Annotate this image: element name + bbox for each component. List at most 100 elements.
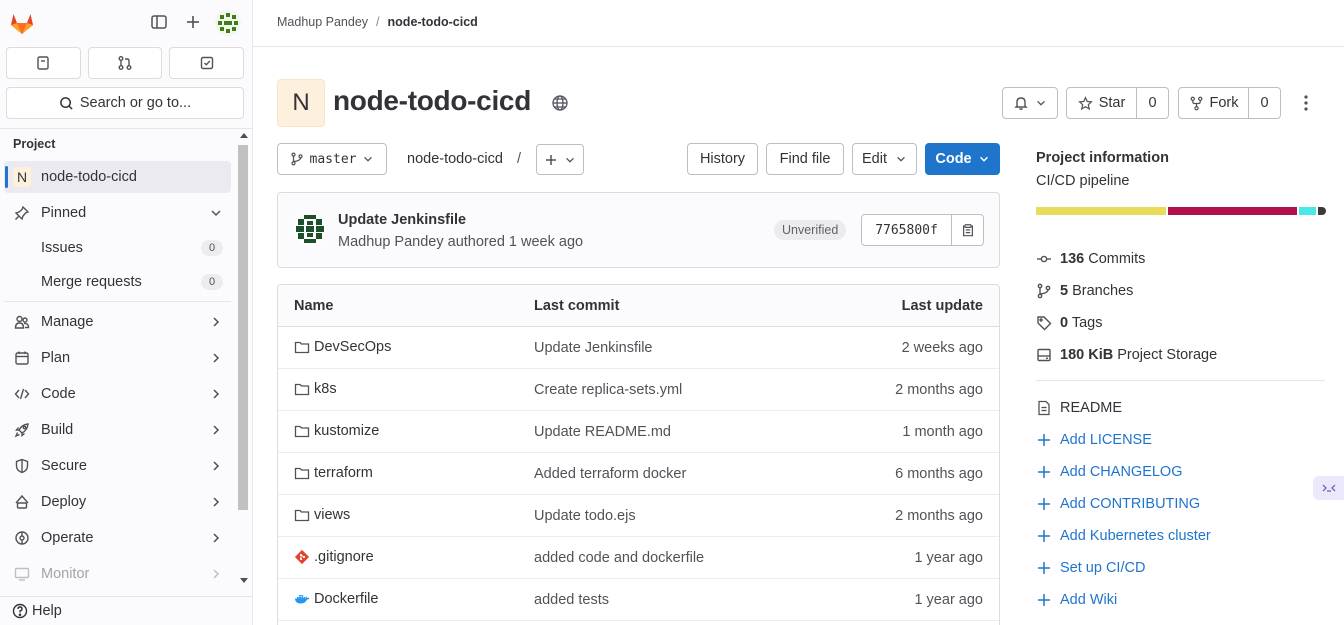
- sidebar-item-label: Operate: [41, 530, 94, 546]
- signature-badge[interactable]: Unverified: [774, 220, 847, 240]
- sidebar-item-manage[interactable]: Manage: [4, 304, 231, 340]
- sidebar-item-deploy[interactable]: Deploy: [4, 484, 231, 520]
- table-row[interactable]: .gitignore added code and dockerfile 1 y…: [278, 537, 999, 579]
- table-row[interactable]: kustomize Update README.md 1 month ago: [278, 411, 999, 453]
- sidebar-item-code[interactable]: Code: [4, 376, 231, 412]
- readme-link[interactable]: README: [1036, 400, 1122, 416]
- commit-author-avatar[interactable]: [294, 213, 326, 245]
- table-row[interactable]: views Update todo.ejs 2 months ago: [278, 495, 999, 537]
- sidebar-item-operate[interactable]: Operate: [4, 520, 231, 556]
- find-file-button[interactable]: Find file: [766, 143, 844, 175]
- sidebar-item-secure[interactable]: Secure: [4, 448, 231, 484]
- branches-stat-link[interactable]: 5 Branches: [1036, 283, 1133, 299]
- table-row[interactable]: terraform Added terraform docker 6 month…: [278, 453, 999, 495]
- user-avatar[interactable]: [215, 10, 241, 36]
- fork-count[interactable]: 0: [1249, 87, 1281, 119]
- duo-chat-button[interactable]: [1313, 476, 1344, 500]
- table-row[interactable]: k8s Create replica-sets.yml 2 months ago: [278, 369, 999, 411]
- branch-selector[interactable]: master: [277, 143, 387, 175]
- last-update-time: 2 months ago: [895, 382, 983, 398]
- breadcrumb-project[interactable]: node-todo-cicd: [388, 15, 478, 29]
- sidebar-item-label: Manage: [41, 314, 94, 330]
- add-to-tree-dropdown[interactable]: [536, 144, 584, 175]
- gitlab-logo-icon[interactable]: [9, 10, 35, 36]
- todo-list-button[interactable]: [169, 47, 245, 79]
- last-commit-card: Update Jenkinsfile Madhup Pandey authore…: [277, 192, 1000, 268]
- scroll-down-arrow-icon[interactable]: [240, 578, 248, 583]
- branch-name: master: [309, 151, 357, 167]
- file-name-link[interactable]: kustomize: [294, 423, 379, 439]
- chevron-right-icon: [209, 567, 223, 581]
- file-name-link[interactable]: views: [294, 507, 350, 523]
- commit-message-link[interactable]: Added terraform docker: [534, 466, 686, 482]
- project-description: CI/CD pipeline: [1036, 173, 1130, 189]
- add-changelog-link[interactable]: Add CHANGELOG: [1036, 464, 1183, 480]
- sidebar-item-merge-requests[interactable]: Merge requests 0: [4, 265, 231, 299]
- table-row[interactable]: DevSecOps Update Jenkinsfile 2 weeks ago: [278, 327, 999, 369]
- star-button[interactable]: Star: [1066, 87, 1137, 119]
- language-bar[interactable]: [1036, 207, 1326, 215]
- todo-icon: [200, 56, 213, 70]
- commit-message-link[interactable]: added code and dockerfile: [534, 550, 704, 566]
- add-kubernetes-cluster-link[interactable]: Add Kubernetes cluster: [1036, 528, 1211, 544]
- edit-dropdown[interactable]: Edit: [852, 143, 917, 175]
- file-tree-table: Name Last commit Last update DevSecOps U…: [277, 284, 1000, 625]
- commit-message-link[interactable]: Update README.md: [534, 424, 671, 440]
- help-button[interactable]: Help: [12, 603, 62, 619]
- plus-icon: [1038, 466, 1050, 478]
- commit-message-link[interactable]: Create replica-sets.yml: [534, 382, 682, 398]
- chevron-down-icon: [979, 156, 988, 162]
- tags-stat-link[interactable]: 0 Tags: [1036, 315, 1103, 331]
- sidebar-scrollbar[interactable]: [236, 129, 250, 589]
- file-name-link[interactable]: .gitignore: [294, 549, 374, 565]
- sidebar-item-build[interactable]: Build: [4, 412, 231, 448]
- fork-button[interactable]: Fork: [1178, 87, 1249, 119]
- code-icon: [13, 385, 31, 403]
- file-name-link[interactable]: terraform: [294, 465, 373, 481]
- language-segment[interactable]: [1036, 207, 1166, 215]
- repo-path-link[interactable]: node-todo-cicd: [407, 151, 503, 167]
- file-name-link[interactable]: k8s: [294, 381, 337, 397]
- add-license-link[interactable]: Add LICENSE: [1036, 432, 1152, 448]
- table-row[interactable]: Dockerfile added tests 1 year ago: [278, 579, 999, 621]
- link-label: Add CHANGELOG: [1060, 464, 1183, 480]
- storage-stat-link[interactable]: 180 KiB Project Storage: [1036, 347, 1217, 363]
- project-avatar: N: [277, 79, 325, 127]
- commit-message-link[interactable]: Update todo.ejs: [534, 508, 636, 524]
- breadcrumb-owner[interactable]: Madhup Pandey: [277, 15, 368, 29]
- commit-message-link[interactable]: Update Jenkinsfile: [534, 340, 653, 356]
- history-button[interactable]: History: [687, 143, 758, 175]
- setup-ci-cd-link[interactable]: Set up CI/CD: [1036, 560, 1145, 576]
- sidebar-item-monitor[interactable]: Monitor: [4, 556, 231, 592]
- sidebar-item-pinned[interactable]: Pinned: [4, 195, 231, 231]
- copy-sha-button[interactable]: [952, 214, 984, 246]
- language-segment[interactable]: [1318, 207, 1326, 215]
- commits-stat-link[interactable]: 136 Commits: [1036, 251, 1145, 267]
- file-name-link[interactable]: DevSecOps: [294, 339, 391, 355]
- more-actions-kebab-icon[interactable]: [1298, 94, 1314, 112]
- add-wiki-link[interactable]: Add Wiki: [1036, 592, 1117, 608]
- merge-requests-button[interactable]: [87, 47, 163, 79]
- notifications-button[interactable]: [1002, 87, 1058, 119]
- language-segment[interactable]: [1168, 207, 1297, 215]
- sidebar-item-plan[interactable]: Plan: [4, 340, 231, 376]
- assigned-issues-button[interactable]: [6, 47, 81, 79]
- search-button[interactable]: Search or go to...: [6, 87, 244, 119]
- bell-icon: [1014, 97, 1028, 110]
- readme-label: README: [1060, 400, 1123, 416]
- code-dropdown-button[interactable]: Code: [925, 143, 1000, 175]
- sidebar-toggle-icon[interactable]: [150, 13, 170, 33]
- scrollbar-thumb[interactable]: [238, 145, 248, 510]
- star-count[interactable]: 0: [1137, 87, 1169, 119]
- commit-title-link[interactable]: Update Jenkinsfile: [338, 212, 466, 228]
- globe-icon: [551, 94, 569, 112]
- language-segment[interactable]: [1299, 207, 1316, 215]
- sidebar-item-project[interactable]: N node-todo-cicd: [4, 161, 231, 193]
- add-contributing-link[interactable]: Add CONTRIBUTING: [1036, 496, 1200, 512]
- commit-sha-button[interactable]: 7765800f: [861, 214, 952, 246]
- file-name-link[interactable]: Dockerfile: [294, 591, 378, 607]
- scroll-up-arrow-icon[interactable]: [240, 133, 248, 138]
- sidebar-item-issues[interactable]: Issues 0: [4, 231, 231, 265]
- commit-message-link[interactable]: added tests: [534, 592, 609, 608]
- create-new-icon[interactable]: [184, 13, 204, 33]
